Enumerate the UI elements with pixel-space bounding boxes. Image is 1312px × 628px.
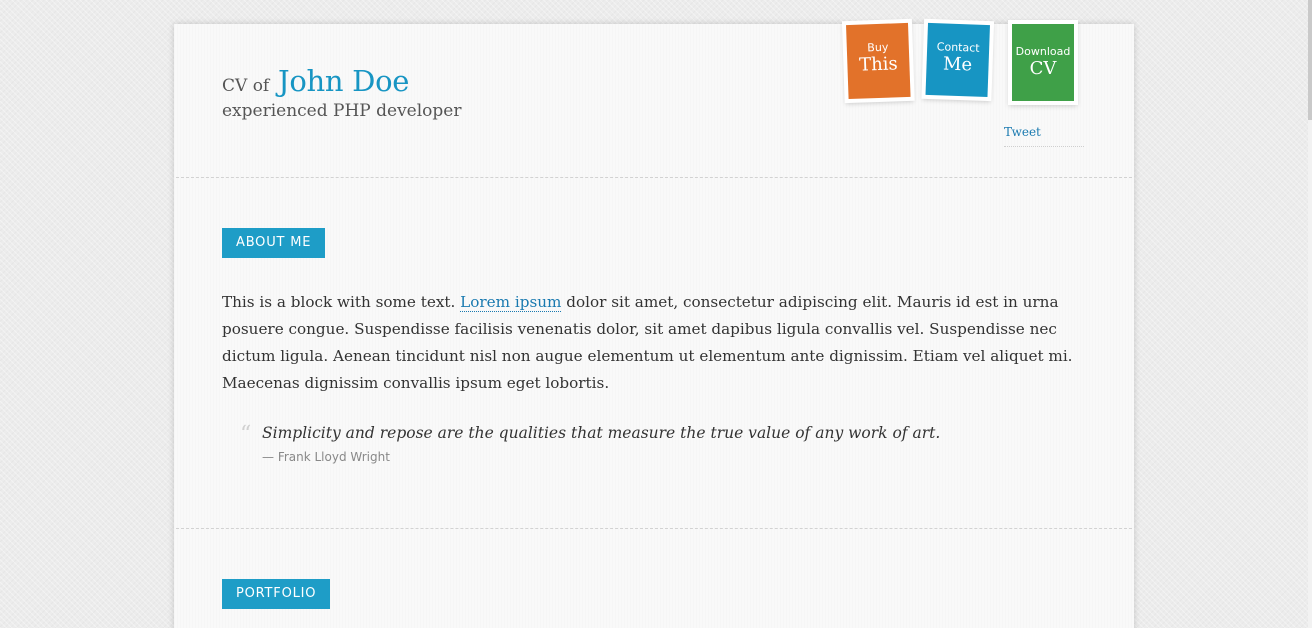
cv-of-label: CV of (222, 76, 270, 96)
person-name: John Doe (278, 64, 410, 98)
download-cv-ribbon[interactable]: Download CV (1012, 24, 1074, 101)
header-divider (176, 177, 1132, 178)
job-subtitle: experienced PHP developer (222, 101, 462, 121)
buy-ribbon-big-label: This (858, 53, 899, 76)
buy-this-ribbon[interactable]: Buy This (846, 22, 911, 100)
about-paragraph: This is a block with some text. Lorem ip… (222, 289, 1082, 397)
cv-page: CV of John Doe experienced PHP developer… (174, 22, 1134, 628)
contact-ribbon-small-label: Contact (936, 40, 980, 55)
quote-mark-icon: “ (240, 422, 252, 447)
scrollbar-thumb[interactable] (1308, 0, 1312, 120)
about-text-start: This is a block with some text. (222, 293, 461, 311)
quote-text: Simplicity and repose are the qualities … (262, 424, 941, 442)
lorem-ipsum-link[interactable]: Lorem ipsum (460, 293, 562, 312)
contact-ribbon-big-label: Me (942, 53, 973, 76)
download-ribbon-big-label: CV (1029, 58, 1057, 79)
portfolio-heading: PORTFOLIO (222, 579, 331, 609)
quote-author: — Frank Lloyd Wright (262, 450, 390, 464)
download-ribbon-small-label: Download (1015, 45, 1071, 58)
contact-me-ribbon[interactable]: Contact Me (925, 22, 990, 98)
about-me-heading: ABOUT ME (222, 228, 326, 258)
tweet-button[interactable]: Tweet (1004, 125, 1084, 147)
about-divider (176, 528, 1132, 529)
